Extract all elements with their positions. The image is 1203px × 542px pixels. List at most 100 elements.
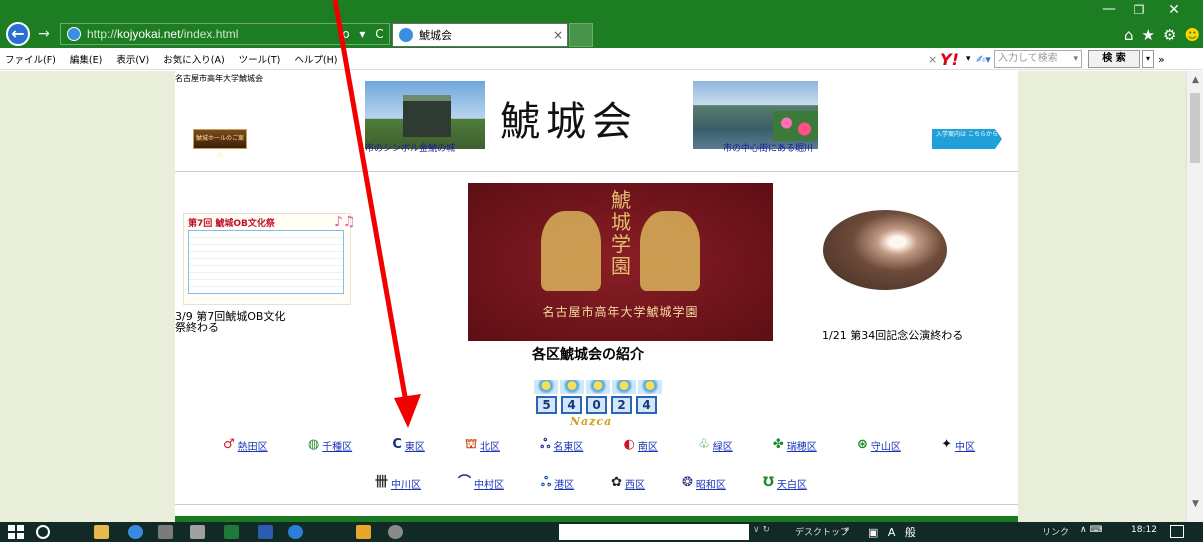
ward-link[interactable]: ⛫ 北区 xyxy=(465,437,500,453)
ward-link-label[interactable]: 守山区 xyxy=(871,438,901,453)
scroll-down-icon[interactable]: ▼ xyxy=(1187,499,1203,513)
ward-link-label[interactable]: 熱田区 xyxy=(238,438,268,453)
ward-link[interactable]: ♧ 緑区 xyxy=(698,437,733,453)
search-button[interactable]: 検 索 xyxy=(1088,50,1140,68)
internet-explorer-icon[interactable] xyxy=(128,525,143,539)
address-url[interactable]: http://kojyokai.net/index.html xyxy=(87,27,238,41)
browser-tab[interactable]: 鯱城会 × xyxy=(392,23,568,47)
chevron-down-icon[interactable]: ▾ xyxy=(966,54,976,64)
address-tools[interactable]: ρ ▾ C xyxy=(342,25,388,43)
ward-link[interactable]: ✦ 中区 xyxy=(941,437,975,453)
ward-link-label[interactable]: 南区 xyxy=(638,438,658,453)
toolbar-overflow-icon[interactable]: » xyxy=(1158,53,1165,66)
ward-link[interactable]: ஃ 名東区 xyxy=(540,437,583,453)
ward-link[interactable]: ♂ 熱田区 xyxy=(223,437,268,453)
left-news-caption[interactable]: 3/9 第7回鯱城OB文化祭終わる xyxy=(175,311,293,333)
menu-favorites[interactable]: お気に入り(A) xyxy=(163,52,224,66)
vertical-scrollbar[interactable]: ▲ ▼ xyxy=(1186,71,1203,522)
ward-link-label[interactable]: 北区 xyxy=(480,438,500,453)
yahoo-search-toolbar: × Y! ▾ ✍▾ 入力して検索 ▾ 検 索 ▾ » xyxy=(928,50,1203,69)
links-toolbar[interactable]: リンク xyxy=(1042,525,1069,538)
ward-link-label[interactable]: 西区 xyxy=(625,476,645,491)
counter-brand-label: Nazca xyxy=(570,415,613,428)
ward-link-label[interactable]: 昭和区 xyxy=(696,476,726,491)
counter-digit: 0 xyxy=(586,396,607,414)
restore-button[interactable]: ❐ xyxy=(1124,0,1154,20)
ward-link[interactable]: ஃ 港区 xyxy=(541,475,574,491)
desktop-toolbar[interactable]: デスクトップ xyxy=(795,525,849,538)
enrollment-info-button[interactable]: 入学案内は こちらから xyxy=(932,129,1002,149)
ward-link-label[interactable]: 港区 xyxy=(554,476,574,491)
right-news-caption[interactable]: 1/21 第34回記念公演終わる xyxy=(822,330,1012,341)
ward-link-label[interactable]: 瑞穂区 xyxy=(787,438,817,453)
tab-close-icon[interactable]: × xyxy=(549,28,567,42)
taskbar-clock[interactable]: 18:12 xyxy=(1131,525,1157,535)
settings-gear-icon[interactable]: ⚙ xyxy=(1163,24,1176,46)
menu-tools[interactable]: ツール(T) xyxy=(239,52,281,66)
ward-link-label[interactable]: 中川区 xyxy=(391,476,421,491)
app-gray-icon[interactable] xyxy=(388,525,403,539)
ward-links-row-1: ♂ 熱田区 ◍ 千種区 C 東区 ⛫ 北区 ஃ 名東区 ◐ 南区 ♧ 緑区 ✤ 瑞穂区 ⊛ 守山区 ✦ 中区 xyxy=(223,436,983,454)
ward-link[interactable]: ◍ 千種区 xyxy=(308,437,352,453)
hall-info-banner[interactable]: 鯱城ホールのご案内 xyxy=(193,129,247,160)
ward-link[interactable]: ✿ 西区 xyxy=(611,475,645,491)
menu-view[interactable]: 表示(V) xyxy=(116,52,149,66)
new-tab-button[interactable] xyxy=(569,23,593,47)
ward-link[interactable]: ❂ 昭和区 xyxy=(682,475,726,491)
ward-link-label[interactable]: 名東区 xyxy=(553,438,583,453)
ward-link-label[interactable]: 千種区 xyxy=(322,438,352,453)
menu-file[interactable]: ファイル(F) xyxy=(5,52,56,66)
ward-link-label[interactable]: 中区 xyxy=(955,438,975,453)
minimize-button[interactable]: — xyxy=(1094,0,1124,20)
menu-help[interactable]: ヘルプ(H) xyxy=(294,52,337,66)
naka-ward-emblem-icon: ✦ xyxy=(941,437,952,452)
feedback-smiley-icon[interactable]: ☻ xyxy=(1184,24,1200,46)
menu-edit[interactable]: 編集(E) xyxy=(70,52,102,66)
ward-link[interactable]: ⊛ 守山区 xyxy=(857,437,901,453)
ward-link-label[interactable]: 緑区 xyxy=(713,438,733,453)
ward-link[interactable]: ℧ 天白区 xyxy=(763,475,807,491)
notification-icon[interactable] xyxy=(1170,525,1184,538)
ward-link-label[interactable]: 東区 xyxy=(405,438,425,453)
search-options-button[interactable]: ▾ xyxy=(1142,50,1154,68)
desktop-overflow[interactable]: » xyxy=(844,525,850,535)
ward-link[interactable]: ✤ 瑞穂区 xyxy=(773,437,817,453)
system-tray[interactable]: ∧ ⌨ xyxy=(1080,525,1102,535)
ward-link[interactable]: ⌒ 中村区 xyxy=(458,475,504,491)
favorites-star-icon[interactable]: ★ xyxy=(1142,24,1155,46)
ward-link[interactable]: ◐ 南区 xyxy=(624,437,658,453)
settings-app-icon[interactable] xyxy=(158,525,173,539)
back-button[interactable]: ← xyxy=(6,22,30,46)
file-explorer-icon[interactable] xyxy=(94,525,109,539)
edit-pen-icon[interactable]: ✍▾ xyxy=(976,53,994,66)
ward-link[interactable]: C 東区 xyxy=(392,437,425,453)
culture-festival-flyer[interactable]: 第7回 鯱城OB文化祭 ♪♫ xyxy=(183,213,356,305)
forward-button[interactable]: → xyxy=(36,24,52,44)
app-icon[interactable] xyxy=(190,525,205,539)
edge-icon[interactable] xyxy=(288,525,303,539)
address-bar[interactable]: http://kojyokai.net/index.html xyxy=(60,23,390,45)
scroll-up-icon[interactable]: ▲ xyxy=(1187,75,1203,89)
app-orange-icon[interactable] xyxy=(356,525,371,539)
ime-toolbar[interactable]: ▣ A 般 xyxy=(868,524,919,540)
ward-link-label[interactable]: 中村区 xyxy=(474,476,504,491)
river-caption[interactable]: 市の中心街にある堀川 xyxy=(723,141,863,154)
minami-ward-emblem-icon: ◐ xyxy=(623,437,635,452)
ward-link-label[interactable]: 天白区 xyxy=(777,476,807,491)
concert-photo[interactable] xyxy=(823,210,947,290)
toolbar-close-icon[interactable]: × xyxy=(928,53,940,66)
search-dropdown-icon[interactable]: ▾ xyxy=(1073,51,1081,67)
taskbar-address-box[interactable] xyxy=(559,524,749,540)
home-icon[interactable]: ⌂ xyxy=(1124,24,1134,46)
close-window-button[interactable]: ✕ xyxy=(1156,0,1192,20)
word-icon[interactable] xyxy=(258,525,273,539)
moriyama-ward-emblem-icon: ⊛ xyxy=(856,437,868,452)
scroll-thumb[interactable] xyxy=(1190,93,1200,163)
address-dropdown[interactable]: ∨ ↻ xyxy=(753,525,783,539)
taskbar-search-icon[interactable] xyxy=(36,525,50,539)
excel-icon[interactable] xyxy=(224,525,239,539)
ward-link[interactable]: 卌中川区 xyxy=(375,475,421,491)
start-windows-icon[interactable] xyxy=(8,525,24,539)
search-input[interactable]: 入力して検索 ▾ xyxy=(994,50,1082,68)
castle-caption[interactable]: 市のシンボル金鯱の城 xyxy=(365,141,505,154)
